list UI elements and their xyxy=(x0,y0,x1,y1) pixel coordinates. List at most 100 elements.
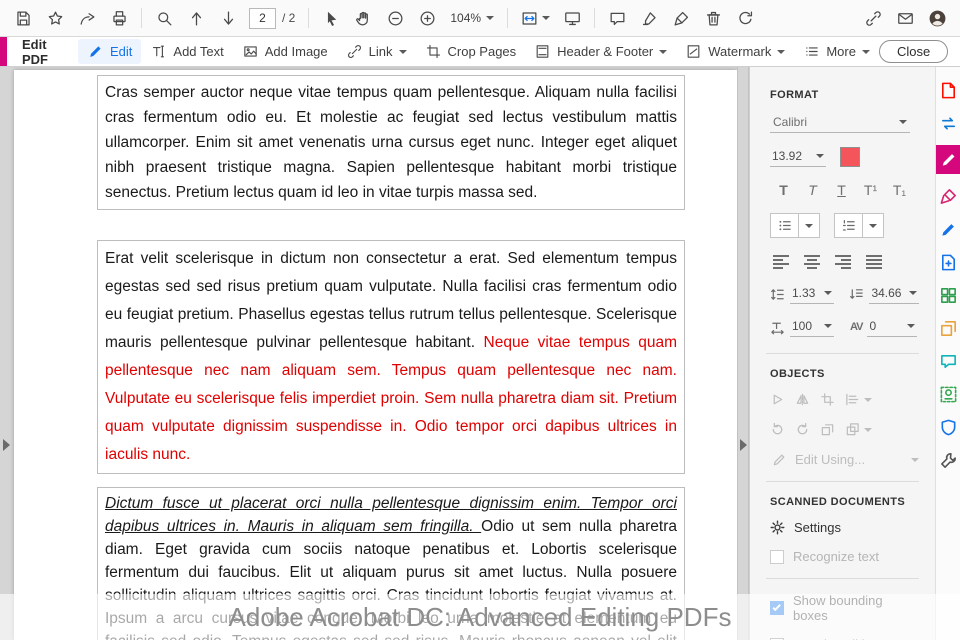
paragraph-spacing-select[interactable]: 34.66 xyxy=(869,284,919,304)
add-document-icon[interactable] xyxy=(937,251,959,273)
tool-label: Add Image xyxy=(264,44,328,59)
save-icon[interactable] xyxy=(8,4,38,32)
font-size-select[interactable]: 13.92 xyxy=(770,147,826,167)
font-color-swatch[interactable] xyxy=(840,147,860,167)
settings-button[interactable]: Settings xyxy=(770,520,919,535)
chevron-down-icon xyxy=(816,154,824,158)
numbered-list-dropdown[interactable] xyxy=(862,214,883,237)
pdf-page[interactable]: Cras semper auctor neque vitae tempus qu… xyxy=(14,70,737,640)
text-block-2[interactable]: Erat velit scelerisque in dictum non con… xyxy=(97,240,685,474)
page-number-input[interactable] xyxy=(249,7,276,29)
share-icon[interactable] xyxy=(72,4,102,32)
zoom-in-icon[interactable] xyxy=(412,4,442,32)
panel-collapse-strip xyxy=(737,67,749,640)
italic-button[interactable]: T xyxy=(799,180,826,200)
link-button[interactable]: Link xyxy=(337,39,416,64)
redo-icon[interactable] xyxy=(730,4,760,32)
bulleted-list-button[interactable] xyxy=(771,214,798,237)
bold-button[interactable]: T xyxy=(770,180,797,200)
font-family-select[interactable]: Calibri xyxy=(770,113,910,133)
recognize-text-checkbox: Recognize text xyxy=(770,549,919,564)
character-spacing-select[interactable]: 0 xyxy=(867,317,918,337)
checkbox-box-checked xyxy=(770,601,784,615)
fit-width-select[interactable] xyxy=(515,4,555,32)
email-icon[interactable] xyxy=(890,4,920,32)
delete-icon[interactable] xyxy=(698,4,728,32)
hand-tool-icon[interactable] xyxy=(348,4,378,32)
share-link-icon[interactable] xyxy=(858,4,888,32)
align-justify-button[interactable] xyxy=(863,251,885,269)
rotate-counterclockwise-icon xyxy=(770,422,785,437)
bulleted-list-dropdown[interactable] xyxy=(798,214,819,237)
account-avatar[interactable] xyxy=(922,4,952,32)
tool-label: Link xyxy=(368,44,393,59)
format-header: FORMAT xyxy=(770,89,819,101)
numbered-list-button[interactable] xyxy=(835,214,862,237)
paragraph-spacing-value: 34.66 xyxy=(871,286,902,300)
rotate-clockwise-icon xyxy=(795,422,810,437)
display-settings-icon[interactable] xyxy=(557,4,587,32)
add-image-button[interactable]: Add Image xyxy=(233,39,337,64)
zoom-out-icon[interactable] xyxy=(380,4,410,32)
watermark-button[interactable]: Watermark xyxy=(676,39,794,64)
organize-pages-icon[interactable] xyxy=(937,284,959,306)
left-pane-toggle[interactable] xyxy=(3,439,10,451)
panel-divider xyxy=(766,353,919,354)
select-tool-icon[interactable] xyxy=(316,4,346,32)
more-button[interactable]: More xyxy=(794,39,879,64)
crop-object-icon xyxy=(820,392,835,407)
combine-files-icon[interactable] xyxy=(937,317,959,339)
more-tools-icon[interactable] xyxy=(937,449,959,471)
font-family-value: Calibri xyxy=(773,115,808,129)
highlight-icon[interactable] xyxy=(634,4,664,32)
align-center-button[interactable] xyxy=(801,251,823,269)
arrange-objects-dropdown xyxy=(845,422,872,437)
close-button[interactable]: Close xyxy=(878,40,949,63)
create-pdf-icon[interactable] xyxy=(937,79,959,101)
fill-and-sign-icon[interactable] xyxy=(937,218,959,240)
crop-pages-button[interactable]: Crop Pages xyxy=(416,39,526,64)
replace-image-icon xyxy=(820,422,835,437)
character-spacing-value: 0 xyxy=(869,319,877,333)
align-left-button[interactable] xyxy=(770,251,792,269)
chevron-down-icon xyxy=(823,291,832,295)
underline-button[interactable]: T xyxy=(828,180,855,200)
show-bounding-boxes-checkbox[interactable]: Show bounding boxes xyxy=(770,593,919,623)
zoom-level-select[interactable]: 104% xyxy=(444,8,500,28)
align-right-button[interactable] xyxy=(832,251,854,269)
chevron-down-icon xyxy=(907,324,916,328)
horizontal-scale-select[interactable]: 100 xyxy=(790,317,834,337)
text-block-3[interactable]: Dictum fusce ut placerat orci nulla pell… xyxy=(97,487,685,640)
star-icon[interactable] xyxy=(40,4,70,32)
main-area: Cras semper auctor neque vitae tempus qu… xyxy=(0,67,960,640)
header-footer-button[interactable]: Header & Footer xyxy=(525,39,676,64)
tool-label: Watermark xyxy=(708,44,772,59)
chevron-down-icon xyxy=(824,324,832,328)
previous-page-icon[interactable] xyxy=(181,4,211,32)
edit-tool-button[interactable]: Edit xyxy=(78,39,142,64)
text-block-1[interactable]: Cras semper auctor neque vitae tempus qu… xyxy=(97,75,685,210)
font-size-value: 13.92 xyxy=(772,149,803,163)
print-icon[interactable] xyxy=(104,4,134,32)
search-icon[interactable] xyxy=(149,4,179,32)
request-signatures-icon[interactable] xyxy=(937,185,959,207)
certificates-icon[interactable] xyxy=(937,383,959,405)
paragraph-spacing-icon xyxy=(849,287,864,302)
right-panel: FORMAT Calibri 13.92 T T T T¹ T₁ 1.33 34… xyxy=(749,67,935,640)
next-page-icon[interactable] xyxy=(213,4,243,32)
protect-icon[interactable] xyxy=(937,416,959,438)
export-pdf-icon[interactable] xyxy=(937,112,959,134)
comment-tool-icon[interactable] xyxy=(937,350,959,372)
right-panel-collapse-toggle[interactable] xyxy=(740,439,747,451)
line-spacing-select[interactable]: 1.33 xyxy=(790,284,834,304)
sign-icon[interactable] xyxy=(666,4,696,32)
superscript-button[interactable]: T¹ xyxy=(857,180,884,200)
checkbox-label: Recognize text xyxy=(793,549,879,564)
line-spacing-value: 1.33 xyxy=(792,286,816,300)
settings-label: Settings xyxy=(794,520,841,535)
subscript-button[interactable]: T₁ xyxy=(886,180,913,200)
edit-pdf-active-tool[interactable] xyxy=(935,145,960,174)
comment-icon[interactable] xyxy=(602,4,632,32)
edit-pdf-accent-bar xyxy=(0,37,7,66)
add-text-button[interactable]: Add Text xyxy=(141,39,232,64)
